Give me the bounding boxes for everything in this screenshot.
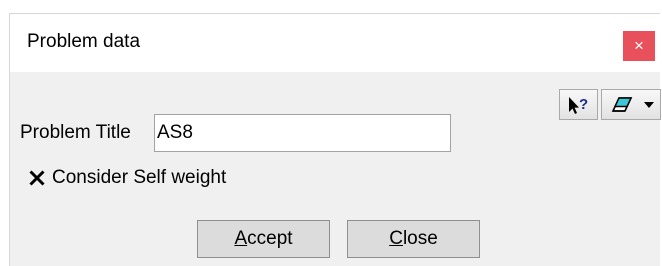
chevron-down-icon <box>644 102 654 108</box>
close-button[interactable]: Close <box>347 220 480 258</box>
problem-title-label: Problem Title <box>20 122 131 143</box>
consider-self-weight-checkbox[interactable] <box>28 169 46 187</box>
problem-title-input[interactable] <box>154 114 451 152</box>
close-label: lose <box>402 228 438 249</box>
window-close-button[interactable]: × <box>623 31 655 61</box>
context-help-icon: ? <box>569 96 588 114</box>
problem-data-dialog: Problem data × ? Problem Title Consider … <box>9 13 661 266</box>
eraser-icon <box>611 97 633 112</box>
accept-mnemonic: A <box>234 228 248 249</box>
window-title: Problem data <box>27 31 141 52</box>
close-mnemonic: C <box>389 228 403 249</box>
title-bar: Problem data × <box>10 14 660 72</box>
eraser-dropdown-button[interactable] <box>601 89 661 120</box>
accept-button[interactable]: Accept <box>197 220 330 258</box>
accept-label: ccept <box>247 228 293 249</box>
consider-self-weight-label: Consider Self weight <box>52 167 227 188</box>
svg-text:?: ? <box>579 96 588 113</box>
context-help-button[interactable]: ? <box>559 89 598 120</box>
